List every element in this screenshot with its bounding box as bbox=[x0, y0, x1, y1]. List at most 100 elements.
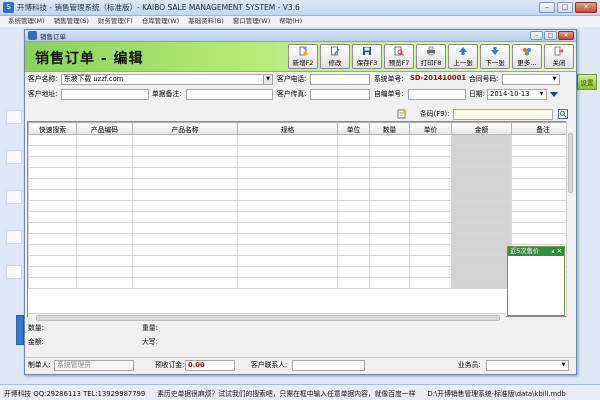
table-cell[interactable] bbox=[511, 145, 572, 157]
table-cell[interactable] bbox=[409, 167, 452, 179]
table-cell[interactable] bbox=[409, 178, 452, 190]
table-cell[interactable] bbox=[337, 211, 370, 223]
preview-button[interactable]: 预览F7 bbox=[384, 44, 414, 69]
table-row[interactable] bbox=[28, 178, 572, 190]
contract-no-select[interactable]: ▼ bbox=[502, 74, 560, 85]
column-header[interactable]: 单价 bbox=[409, 122, 452, 135]
table-cell[interactable] bbox=[337, 255, 370, 267]
table-cell[interactable] bbox=[132, 244, 238, 256]
table-cell[interactable] bbox=[451, 277, 512, 289]
close-window-icon[interactable]: ✕ bbox=[575, 2, 597, 13]
table-cell[interactable] bbox=[132, 200, 238, 212]
table-cell[interactable] bbox=[369, 134, 410, 146]
table-cell[interactable] bbox=[76, 134, 133, 146]
table-cell[interactable] bbox=[28, 200, 77, 212]
menu-finance[interactable]: 财务管理(F) bbox=[98, 16, 133, 27]
column-header[interactable]: 产品名称 bbox=[132, 122, 238, 135]
maker-input[interactable]: 系统管理员 bbox=[54, 360, 134, 371]
table-cell[interactable] bbox=[132, 233, 238, 245]
table-cell[interactable] bbox=[76, 255, 133, 267]
table-row[interactable] bbox=[28, 211, 572, 223]
table-cell[interactable] bbox=[28, 277, 77, 289]
print-button[interactable]: 打印F8 bbox=[416, 44, 446, 69]
column-header[interactable]: 备注 bbox=[511, 122, 572, 135]
table-cell[interactable] bbox=[337, 222, 370, 234]
salesman-select[interactable]: ▼ bbox=[486, 360, 569, 371]
table-cell[interactable] bbox=[237, 266, 338, 278]
table-cell[interactable] bbox=[237, 134, 338, 146]
table-row[interactable] bbox=[28, 167, 572, 179]
table-cell[interactable] bbox=[409, 134, 452, 146]
column-header[interactable]: 金额 bbox=[451, 122, 512, 135]
table-cell[interactable] bbox=[451, 200, 512, 212]
table-row[interactable] bbox=[28, 255, 572, 267]
table-row[interactable] bbox=[28, 134, 572, 146]
table-cell[interactable] bbox=[409, 255, 452, 267]
table-cell[interactable] bbox=[28, 211, 77, 223]
table-cell[interactable] bbox=[76, 244, 133, 256]
scrollbar-thumb[interactable] bbox=[568, 133, 573, 193]
table-cell[interactable] bbox=[237, 167, 338, 179]
table-cell[interactable] bbox=[337, 145, 370, 157]
table-cell[interactable] bbox=[28, 167, 77, 179]
table-cell[interactable] bbox=[409, 156, 452, 168]
menu-basic-data[interactable]: 基础资料(B) bbox=[188, 16, 224, 27]
table-cell[interactable] bbox=[511, 189, 572, 201]
vertical-scrollbar[interactable] bbox=[566, 121, 574, 317]
child-minimize-icon[interactable]: – bbox=[530, 31, 543, 40]
table-cell[interactable] bbox=[511, 200, 572, 212]
table-cell[interactable] bbox=[451, 134, 512, 146]
column-header[interactable]: 产品编码 bbox=[76, 122, 133, 135]
table-cell[interactable] bbox=[451, 266, 512, 278]
table-cell[interactable] bbox=[409, 200, 452, 212]
table-cell[interactable] bbox=[337, 200, 370, 212]
table-cell[interactable] bbox=[337, 167, 370, 179]
table-cell[interactable] bbox=[76, 200, 133, 212]
table-cell[interactable] bbox=[369, 178, 410, 190]
table-cell[interactable] bbox=[337, 156, 370, 168]
table-row[interactable] bbox=[28, 266, 572, 278]
table-cell[interactable] bbox=[511, 156, 572, 168]
table-row[interactable] bbox=[28, 244, 572, 256]
table-cell[interactable] bbox=[409, 222, 452, 234]
column-header[interactable]: 数量 bbox=[369, 122, 410, 135]
table-row[interactable] bbox=[28, 222, 572, 234]
table-cell[interactable] bbox=[337, 189, 370, 201]
table-cell[interactable] bbox=[76, 145, 133, 157]
menu-help[interactable]: 帮助(H) bbox=[279, 16, 302, 27]
table-row[interactable] bbox=[28, 145, 572, 157]
table-cell[interactable] bbox=[369, 145, 410, 157]
column-header[interactable]: 规格 bbox=[237, 122, 338, 135]
chevron-down-icon[interactable]: ▼ bbox=[559, 361, 568, 370]
panel-controls-icon[interactable]: ▴ ✕ bbox=[552, 247, 562, 256]
minimize-icon[interactable]: – bbox=[539, 2, 555, 13]
table-cell[interactable] bbox=[132, 222, 238, 234]
table-cell[interactable] bbox=[409, 189, 452, 201]
table-cell[interactable] bbox=[28, 145, 77, 157]
table-cell[interactable] bbox=[76, 222, 133, 234]
table-cell[interactable] bbox=[451, 255, 512, 267]
table-cell[interactable] bbox=[237, 178, 338, 190]
table-cell[interactable] bbox=[76, 277, 133, 289]
menu-sales[interactable]: 销售管理(S) bbox=[54, 16, 89, 27]
table-cell[interactable] bbox=[451, 189, 512, 201]
table-cell[interactable] bbox=[369, 277, 410, 289]
table-cell[interactable] bbox=[511, 222, 572, 234]
table-cell[interactable] bbox=[28, 233, 77, 245]
more-button[interactable]: 更多… bbox=[512, 44, 542, 69]
table-cell[interactable] bbox=[28, 189, 77, 201]
barcode-input[interactable] bbox=[453, 109, 553, 120]
table-cell[interactable] bbox=[237, 233, 338, 245]
table-cell[interactable] bbox=[511, 211, 572, 223]
customer-phone-input[interactable] bbox=[310, 74, 370, 85]
table-cell[interactable] bbox=[132, 211, 238, 223]
table-cell[interactable] bbox=[237, 200, 338, 212]
table-cell[interactable] bbox=[237, 156, 338, 168]
save-button[interactable]: 保存F3 bbox=[352, 44, 382, 69]
table-cell[interactable] bbox=[409, 277, 452, 289]
search-icon[interactable] bbox=[558, 109, 568, 119]
table-cell[interactable] bbox=[337, 244, 370, 256]
document-icon[interactable] bbox=[397, 109, 407, 119]
menu-warehouse[interactable]: 仓库管理(W) bbox=[142, 16, 180, 27]
table-cell[interactable] bbox=[511, 167, 572, 179]
